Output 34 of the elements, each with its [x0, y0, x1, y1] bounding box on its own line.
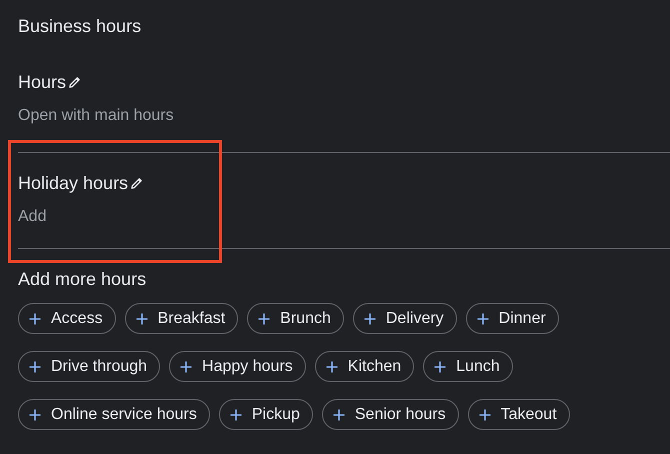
plus-icon [478, 408, 491, 420]
plus-icon [29, 408, 41, 420]
edit-icon[interactable] [67, 75, 82, 90]
add-hours-chip[interactable]: Access [18, 303, 116, 334]
section-heading: Add more hours [18, 269, 148, 290]
add-hours-chip[interactable]: Delivery [352, 303, 457, 334]
plus-icon [364, 312, 376, 324]
plus-icon [258, 312, 270, 324]
plus-icon [476, 312, 489, 324]
add-hours-chip[interactable]: Drive through [18, 351, 160, 382]
field-value: Add [18, 208, 48, 226]
field-label: Hours [18, 72, 66, 93]
add-hours-chip[interactable]: Pickup [218, 399, 313, 430]
plus-icon [434, 360, 446, 372]
add-hours-chip[interactable]: Lunch [423, 351, 513, 382]
plus-icon [230, 408, 242, 420]
plus-icon [332, 408, 345, 420]
add-hours-chip[interactable]: Kitchen [314, 351, 414, 382]
add-hours-chip[interactable]: Brunch [247, 303, 344, 334]
add-hours-chip[interactable]: Breakfast [124, 303, 238, 334]
plus-icon [180, 360, 192, 372]
add-hours-chip[interactable]: Dinner [466, 303, 559, 334]
field-label: Holiday hours [18, 173, 128, 194]
add-hours-chip[interactable]: Senior hours [322, 399, 459, 430]
add-hours-chip[interactable]: Online service hours [18, 399, 210, 430]
plus-icon [136, 312, 148, 324]
edit-icon[interactable] [129, 176, 144, 191]
plus-icon [326, 360, 338, 372]
add-hours-chip[interactable]: Takeout [468, 399, 570, 430]
add-hours-chip[interactable]: Happy hours [169, 351, 306, 382]
section-title: Business hours [18, 15, 142, 38]
field-value: Open with main hours [18, 107, 175, 125]
plus-icon [29, 312, 41, 324]
plus-icon [29, 360, 41, 372]
